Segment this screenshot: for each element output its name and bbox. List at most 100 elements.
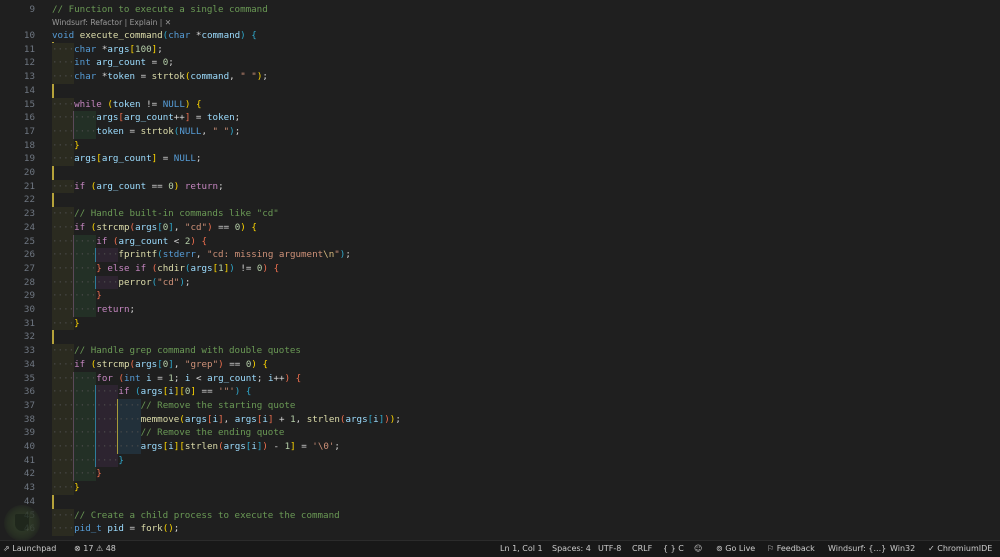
code-line[interactable]: 15 ····while (token != NULL) { <box>0 97 1000 112</box>
code-token: == <box>196 386 219 398</box>
indent-guide: ···· <box>52 42 75 57</box>
code-token: token <box>107 71 136 83</box>
language-mode[interactable]: { } C <box>663 541 684 557</box>
indent-guide: ···· <box>52 261 75 276</box>
indent-guide: ···· <box>73 289 97 303</box>
code-line[interactable]: 44 <box>0 495 1000 509</box>
code-token: NULL <box>179 125 202 137</box>
code-line[interactable]: 39 ················// Remove the ending q… <box>0 426 1000 440</box>
line-number: 10 <box>23 30 35 41</box>
line-number: 14 <box>23 84 35 96</box>
code-line[interactable]: 34 ····if (strcmp(args[0], "grep") == 0) … <box>0 357 1000 372</box>
go-live-button[interactable]: ⊚ Go Live <box>716 541 755 557</box>
code-token: { <box>201 235 208 247</box>
code-editor[interactable]: Windsurf: Refactor | Explain | ✕ 9 // Fun… <box>0 0 1000 540</box>
code-line[interactable]: 30 ········return; <box>0 303 1000 317</box>
code-token: < <box>190 372 208 384</box>
code-line[interactable]: 20 <box>0 166 1000 180</box>
line-code: ············fprintf(stderr, "cd: missing… <box>52 248 351 262</box>
code-line[interactable]: 42 ········} <box>0 467 1000 482</box>
indent-guide: ···· <box>52 398 75 413</box>
code-line[interactable]: 17 ········token = strtok(NULL, " "); <box>0 124 1000 139</box>
code-token: ; <box>173 372 185 384</box>
codelens-actions[interactable]: Windsurf: Refactor | Explain | <box>52 18 165 27</box>
code-line[interactable]: 10 void execute_command(char *command) { <box>0 29 1000 43</box>
indent-guide: ···· <box>95 440 119 454</box>
code-token: ; <box>173 523 180 535</box>
code-line[interactable]: 36 ············if (args[i][0] == '"') { <box>0 385 1000 399</box>
code-line[interactable]: 13 ····char *token = strtok(command, " ")… <box>0 70 1000 84</box>
problems-button[interactable]: ⊗ 17 ⚠ 48 <box>74 541 116 557</box>
code-token: ; <box>184 276 191 288</box>
code-token: ; <box>157 43 163 55</box>
code-line[interactable]: 25 ········if (arg_count < 2) { <box>0 234 1000 249</box>
code-token: pid <box>107 523 124 535</box>
code-line[interactable]: 18 ····} <box>0 138 1000 153</box>
code-line[interactable]: 45····// Create a child process to execu… <box>0 508 1000 523</box>
code-token: arg_count <box>96 180 147 192</box>
code-token: ++ <box>173 112 185 124</box>
code-line[interactable]: 41 ············} <box>0 453 1000 468</box>
code-line[interactable]: 46····pid_t pid = fork(); <box>0 522 1000 536</box>
line-number: 16 <box>23 112 35 124</box>
code-token: chdir <box>157 262 185 274</box>
launchpad-label: Launchpad <box>12 544 57 553</box>
code-line[interactable]: 43 ····} <box>0 481 1000 495</box>
code-line[interactable]: 21 ····if (arg_count == 0) return; <box>0 179 1000 194</box>
windsurf-status[interactable]: Windsurf: {...} <box>828 541 886 557</box>
code-line[interactable]: 11 ····char *args[100]; <box>0 42 1000 57</box>
code-line[interactable]: 35 ········for (int i = 1; i < arg_count;… <box>0 371 1000 386</box>
code-token: args <box>74 153 97 165</box>
code-line[interactable]: 33 ····// Handle grep command with double… <box>0 344 1000 358</box>
code-line[interactable]: 32 <box>0 330 1000 344</box>
code-token: for <box>96 372 113 384</box>
indent-guide: ···· <box>73 234 97 249</box>
code-line[interactable]: 14 <box>0 84 1000 98</box>
code-line[interactable]: 27 ········} else if (chdir(args[1]) != 0… <box>0 261 1000 276</box>
line-code: ····if (strcmp(args[0], "cd") == 0) { <box>52 220 257 235</box>
line-number: 28 <box>23 276 35 288</box>
indent-guide: ···· <box>52 344 75 358</box>
indentation[interactable]: Spaces: 4 <box>552 541 591 557</box>
feedback-label: Feedback <box>776 544 815 553</box>
code-line[interactable]: 12 ····int arg_count = 0; <box>0 56 1000 71</box>
code-token: fprintf <box>118 249 158 261</box>
copilot-icon[interactable]: ☺ <box>694 541 702 557</box>
codelens-close-icon[interactable]: ✕ <box>165 18 171 27</box>
code-line[interactable]: 28 ············perror("cd"); <box>0 275 1000 290</box>
code-line[interactable]: 22 <box>0 193 1000 207</box>
code-line[interactable]: 16 ········args[arg_count++] = token; <box>0 111 1000 125</box>
code-line[interactable]: 37 ················// Remove the starting… <box>0 398 1000 413</box>
code-line[interactable]: 23 ····// Handle built-in commands like "… <box>0 207 1000 221</box>
code-line[interactable]: 9 // Function to execute a single command <box>0 3 1000 17</box>
line-code: ····args[arg_count] = NULL; <box>52 152 201 166</box>
code-token: < <box>168 235 185 247</box>
line-ending[interactable]: CRLF <box>632 541 652 557</box>
launchpad-button[interactable]: ⇗ Launchpad <box>3 541 56 557</box>
indent-guide: ···· <box>52 412 75 427</box>
code-line[interactable]: 31 ····} <box>0 316 1000 331</box>
line-number: 26 <box>23 249 35 261</box>
indent-guide: ···· <box>52 124 75 139</box>
error-count: 17 <box>83 544 94 553</box>
code-line[interactable]: 29 ········} <box>0 289 1000 303</box>
code-token: // Remove the ending quote <box>140 427 285 439</box>
encoding[interactable]: UTF-8 <box>598 541 621 557</box>
code-token: } <box>74 139 80 151</box>
code-token: , <box>173 221 185 233</box>
code-token: 100 <box>135 43 152 55</box>
indent-guide: ···· <box>95 385 119 399</box>
platform[interactable]: Win32 <box>890 541 915 557</box>
line-number: 31 <box>23 317 35 329</box>
chromium-ide-status[interactable]: ✓ ChromiumIDE <box>928 541 992 557</box>
code-line[interactable]: 38 ················memmove(args[i], args[… <box>0 412 1000 427</box>
code-token: , <box>195 249 207 261</box>
code-line[interactable]: 19 ····args[arg_count] = NULL; <box>0 152 1000 166</box>
code-line[interactable]: 24 ····if (strcmp(args[0], "cd") == 0) { <box>0 220 1000 235</box>
code-token: strtok <box>151 71 185 83</box>
code-line[interactable]: 40 ················args[i][strlen(args[i]… <box>0 440 1000 454</box>
code-line[interactable]: 26 ············fprintf(stderr, "cd: missi… <box>0 248 1000 262</box>
cursor-position[interactable]: Ln 1, Col 1 <box>500 541 543 557</box>
code-token: ; <box>395 413 401 425</box>
feedback-button[interactable]: ⚐ Feedback <box>767 541 815 557</box>
